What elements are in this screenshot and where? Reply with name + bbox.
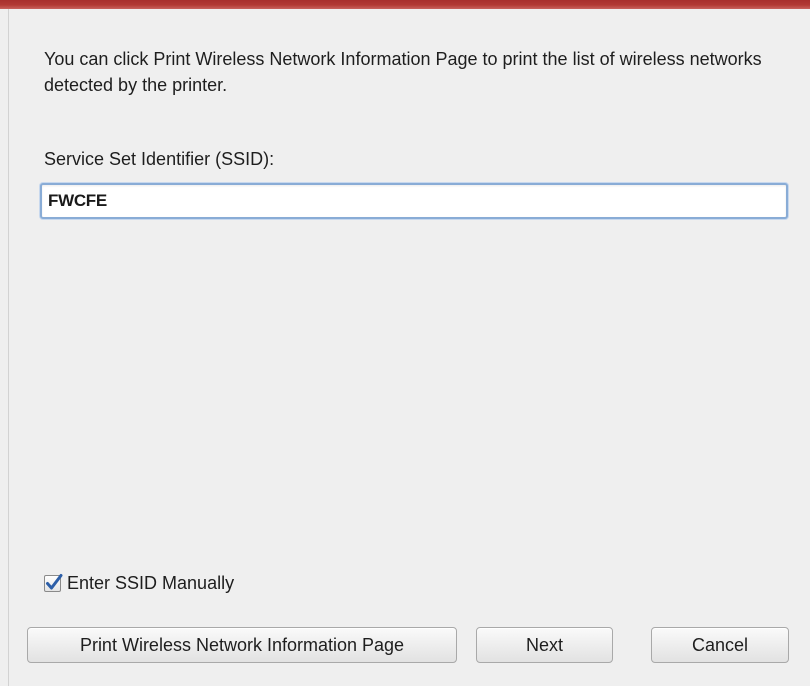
next-button[interactable]: Next bbox=[476, 627, 613, 663]
enter-ssid-manually-checkbox[interactable] bbox=[44, 573, 63, 592]
checkmark-icon bbox=[46, 573, 63, 589]
ssid-input[interactable] bbox=[40, 183, 788, 219]
cancel-button[interactable]: Cancel bbox=[651, 627, 789, 663]
window-title-strip bbox=[0, 0, 810, 9]
ssid-label: Service Set Identifier (SSID): bbox=[44, 149, 275, 169]
print-wireless-network-info-button[interactable]: Print Wireless Network Information Page bbox=[27, 627, 457, 663]
enter-ssid-manually-label: Enter SSID Manually bbox=[67, 572, 235, 593]
enter-ssid-manually-checkbox-row[interactable]: Enter SSID Manually bbox=[44, 571, 234, 595]
intro-text: You can click Print Wireless Network Inf… bbox=[44, 49, 762, 95]
